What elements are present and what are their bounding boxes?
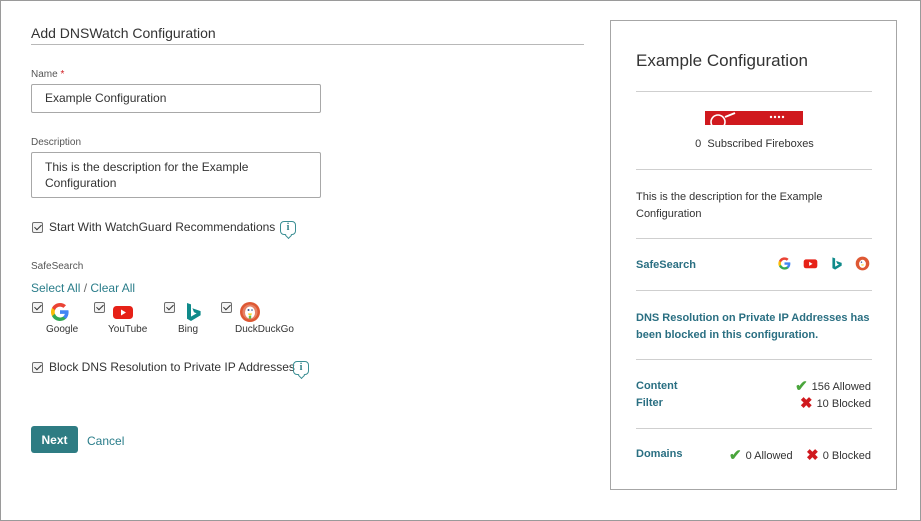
google-icon	[51, 303, 69, 321]
domains-allowed: ✔ 0 Allowed	[729, 447, 793, 464]
select-all-link[interactable]: Select All	[31, 281, 80, 295]
name-label: Name *	[31, 69, 65, 80]
clear-all-link[interactable]: Clear All	[90, 281, 135, 295]
required-mark: *	[60, 69, 65, 80]
summary-divider	[636, 428, 872, 429]
dns-blocked-message: DNS Resolution on Private IP Addresses h…	[636, 312, 870, 341]
bing-label: Bing	[178, 324, 199, 335]
youtube-label: YouTube	[108, 324, 148, 335]
duckduckgo-icon	[855, 256, 870, 276]
recommendations-info-icon[interactable]: i	[280, 221, 296, 235]
duckduckgo-label: DuckDuckGo	[235, 324, 294, 335]
content-filter-label: Content Filter	[636, 380, 678, 409]
summary-card: Example Configuration 0 Subscribed Fireb…	[610, 20, 897, 490]
duckduckgo-icon	[240, 302, 260, 322]
recommendations-checkbox[interactable]	[32, 222, 43, 233]
link-separator: /	[83, 281, 88, 295]
description-input[interactable]: This is the description for the Example …	[31, 152, 321, 198]
x-icon: ✖	[806, 447, 819, 464]
summary-title: Example Configuration	[636, 51, 808, 70]
duckduckgo-checkbox[interactable]	[221, 302, 232, 313]
youtube-icon	[113, 306, 133, 319]
youtube-checkbox[interactable]	[94, 302, 105, 313]
cancel-link[interactable]: Cancel	[87, 434, 124, 448]
page-title: Add DNSWatch Configuration	[31, 25, 216, 41]
bing-icon	[187, 303, 201, 321]
google-icon	[777, 256, 792, 276]
block-private-info-icon[interactable]: i	[293, 361, 309, 375]
check-icon: ✔	[729, 447, 742, 464]
safesearch-label: SafeSearch	[31, 261, 84, 272]
summary-divider	[636, 169, 872, 170]
bing-checkbox[interactable]	[164, 302, 175, 313]
engine-bing: Bing	[178, 301, 204, 335]
block-private-label: Block DNS Resolution to Private IP Addre…	[49, 360, 295, 374]
subscribed-label: Subscribed Fireboxes	[707, 138, 814, 150]
watchguard-logo	[705, 111, 803, 125]
block-private-checkbox[interactable]	[32, 362, 43, 373]
x-icon: ✖	[799, 395, 813, 412]
summary-divider	[636, 290, 872, 291]
summary-description: This is the description for the Example …	[636, 191, 823, 220]
check-icon: ✔	[795, 378, 808, 395]
google-checkbox[interactable]	[32, 302, 43, 313]
description-label: Description	[31, 137, 82, 148]
engine-youtube: YouTube	[108, 301, 147, 335]
name-input[interactable]: Example Configuration	[31, 84, 321, 113]
summary-divider	[636, 91, 872, 92]
summary-divider	[636, 238, 872, 239]
recommendations-label: Start With WatchGuard Recommendations	[49, 220, 276, 234]
google-label: Google	[46, 324, 79, 335]
summary-safesearch-label: SafeSearch	[636, 259, 696, 271]
app-frame: Add DNSWatch Configuration Name * Exampl…	[0, 0, 921, 521]
engine-duckduckgo: DuckDuckGo	[235, 301, 294, 335]
summary-divider	[636, 359, 872, 360]
title-divider	[31, 44, 584, 45]
select-links: Select All / Clear All	[31, 281, 135, 295]
bing-icon	[829, 256, 844, 276]
domains-label: Domains	[636, 448, 683, 460]
engine-google: Google	[46, 301, 78, 335]
content-blocked: ✖ 10 Blocked	[799, 395, 871, 412]
youtube-icon	[803, 256, 818, 276]
content-allowed: ✔ 156 Allowed	[795, 378, 871, 395]
next-button[interactable]: Next	[31, 426, 78, 453]
subscribed-fireboxes: 0 Subscribed Fireboxes	[611, 138, 898, 150]
subscribed-count: 0	[695, 138, 702, 150]
domains-blocked: ✖ 0 Blocked	[806, 447, 871, 464]
